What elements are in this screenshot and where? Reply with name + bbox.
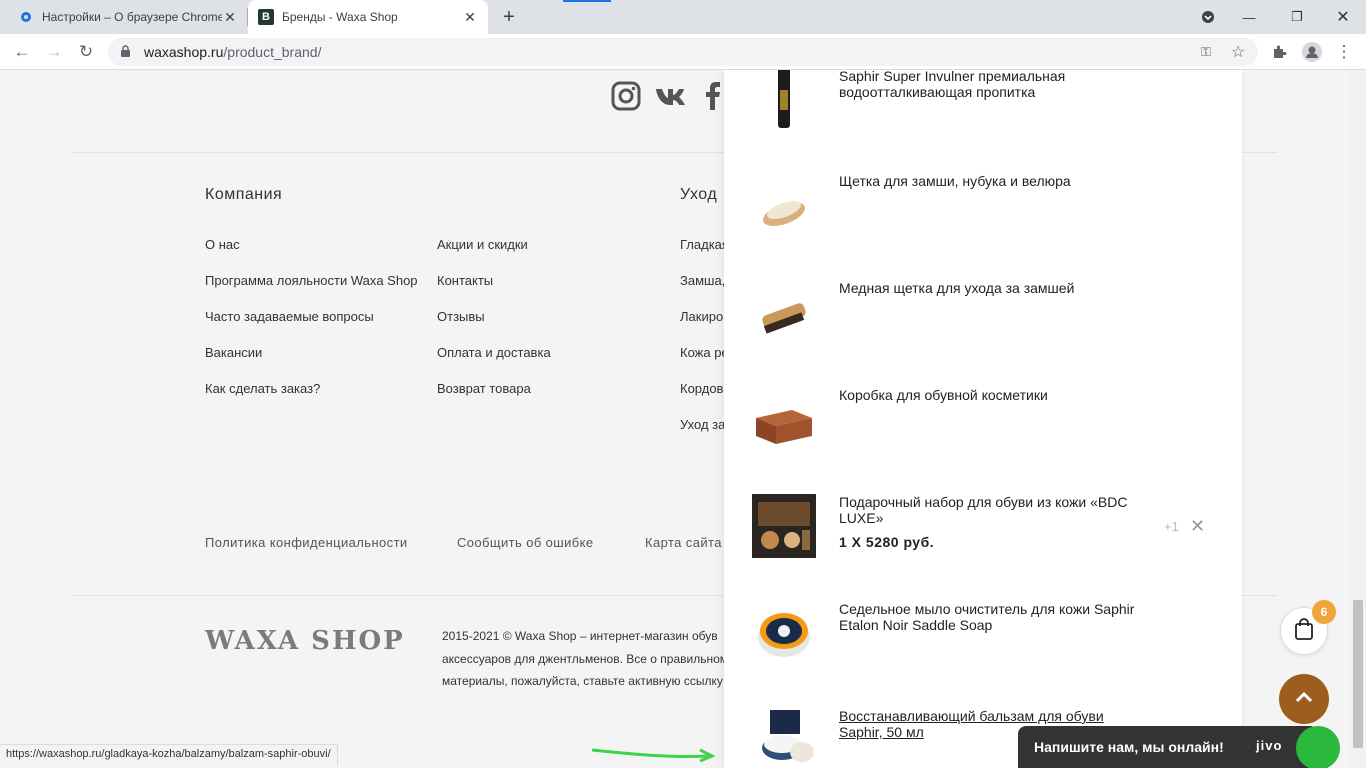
back-arrow-icon[interactable]: ←: [8, 38, 36, 66]
waxa-favicon-icon: B: [258, 9, 274, 25]
forward-arrow-icon[interactable]: →: [40, 38, 68, 66]
minimize-icon[interactable]: —: [1236, 4, 1262, 30]
cart-count-badge: 6: [1312, 600, 1336, 624]
footer-link-leather[interactable]: Кожа ре: [680, 345, 729, 360]
gift-set-thumb: [752, 494, 816, 558]
close-window-icon[interactable]: ✕: [1330, 4, 1356, 30]
sitemap-link[interactable]: Карта сайта: [645, 535, 722, 550]
scroll-to-top-button[interactable]: [1279, 674, 1329, 724]
footer-link-about[interactable]: О нас: [205, 237, 240, 252]
shopping-bag-icon: [1294, 617, 1314, 645]
tab-waxa-shop[interactable]: B Бренды - Waxa Shop ✕: [248, 0, 488, 34]
close-tab-icon[interactable]: ✕: [462, 9, 478, 25]
footer-link-care[interactable]: Уход за: [680, 417, 725, 432]
close-tab-icon[interactable]: ✕: [222, 9, 238, 25]
footer-link-loyalty[interactable]: Программа лояльности Waxa Shop: [205, 273, 418, 288]
instagram-icon[interactable]: [610, 80, 642, 112]
tab-settings[interactable]: Настройки – О браузере Chrome ✕: [8, 0, 248, 34]
page-content: Компания Уход О нас Программа лояльности…: [0, 70, 1366, 768]
copyright-line-1: 2015-2021 © Waxa Shop – интернет-магазин…: [442, 629, 718, 643]
cart-item-name[interactable]: Седельное мыло очиститель для кожи Saphi…: [839, 601, 1149, 633]
suede-brush-thumb: [752, 178, 816, 242]
tab-title: Настройки – О браузере Chrome: [42, 10, 222, 24]
balm-jar-thumb: [752, 708, 816, 768]
footer-link-smooth[interactable]: Гладкая: [680, 237, 729, 252]
footer-link-sales[interactable]: Акции и скидки: [437, 237, 528, 252]
new-tab-icon[interactable]: +: [498, 6, 520, 28]
profile-avatar-icon[interactable]: [1298, 38, 1326, 66]
key-icon[interactable]: ⚿: [1196, 42, 1216, 62]
chat-widget[interactable]: Напишите нам, мы онлайн! jivo: [1018, 726, 1340, 768]
privacy-policy-link[interactable]: Политика конфиденциальности: [205, 535, 408, 550]
footer-link-faq[interactable]: Часто задаваемые вопросы: [205, 309, 374, 324]
extensions-puzzle-icon[interactable]: [1266, 38, 1294, 66]
footer-link-returns[interactable]: Возврат товара: [437, 381, 531, 396]
cart-item-qty-price: 1 X 5280 руб.: [839, 534, 935, 550]
remove-item-icon[interactable]: ✕: [1190, 516, 1205, 537]
url-host: waxashop.ru: [144, 44, 224, 60]
copyright-line-2: аксессуаров для джентльменов. Все о прав…: [442, 652, 728, 666]
cart-item-name[interactable]: Медная щетка для ухода за замшей: [839, 280, 1149, 296]
footer-link-contacts[interactable]: Контакты: [437, 273, 493, 288]
vk-icon[interactable]: [654, 80, 688, 112]
spray-can-thumb: [752, 70, 816, 132]
green-arrow-annotation: [591, 748, 716, 762]
footer-link-patent[interactable]: Лакиро: [680, 309, 723, 324]
jivo-logo: jivo: [1256, 738, 1283, 753]
browser-toolbar: ← → ↻ waxashop.ru/product_brand/ ⚿ ☆ ⋮: [0, 34, 1366, 70]
cart-item-name[interactable]: Коробка для обувной косметики: [839, 387, 1149, 403]
jivo-chat-bubble-icon: [1296, 726, 1340, 768]
tab-search-icon[interactable]: [1195, 4, 1221, 30]
lock-icon: [120, 45, 134, 59]
tab-strip: Настройки – О браузере Chrome ✕ B Бренды…: [0, 0, 1366, 34]
cart-item[interactable]: Щетка для замши, нубука и велюра: [752, 173, 1222, 243]
waxa-shop-logo[interactable]: WAXA SHOP: [205, 626, 405, 656]
page-scrollbar[interactable]: [1350, 70, 1366, 768]
footer-link-payment[interactable]: Оплата и доставка: [437, 345, 551, 360]
url-path: /product_brand/: [223, 44, 322, 60]
copyright-line-3: материалы, пожалуйста, ставьте активную …: [442, 674, 723, 688]
wooden-box-thumb: [752, 392, 816, 456]
restore-icon[interactable]: ❐: [1284, 4, 1310, 30]
reload-icon[interactable]: ↻: [72, 38, 100, 66]
cart-item-name[interactable]: Подарочный набор для обуви из кожи «BDC …: [839, 494, 1149, 526]
footer-link-vacancies[interactable]: Вакансии: [205, 345, 262, 360]
cart-item[interactable]: Медная щетка для ухода за замшей: [752, 280, 1222, 350]
chevron-up-icon: [1294, 690, 1314, 709]
cart-item-name[interactable]: Щетка для замши, нубука и велюра: [839, 173, 1149, 189]
cart-item[interactable]: Saphir Super Invulner премиальная водоот…: [752, 70, 1222, 138]
cart-item[interactable]: Седельное мыло очиститель для кожи Saphi…: [752, 601, 1222, 671]
increase-qty-button[interactable]: +1: [1164, 519, 1179, 534]
tab-title: Бренды - Waxa Shop: [282, 10, 398, 24]
bookmark-star-icon[interactable]: ☆: [1228, 42, 1248, 62]
cart-item[interactable]: Коробка для обувной косметики: [752, 387, 1222, 457]
footer-link-how-to-order[interactable]: Как сделать заказ?: [205, 381, 320, 396]
cart-item-name[interactable]: Saphir Super Invulner премиальная водоот…: [839, 70, 1149, 100]
footer-link-suede[interactable]: Замша,: [680, 273, 725, 288]
settings-gear-icon: [18, 9, 34, 25]
address-bar[interactable]: waxashop.ru/product_brand/ ⚿ ☆: [108, 38, 1258, 66]
company-heading: Компания: [205, 186, 283, 203]
tab-accent-line: [563, 0, 611, 2]
copper-brush-thumb: [752, 285, 816, 349]
cart-item[interactable]: Подарочный набор для обуви из кожи «BDC …: [752, 494, 1222, 564]
scrollbar-thumb[interactable]: [1353, 600, 1363, 748]
cart-panel: Saphir Super Invulner премиальная водоот…: [724, 70, 1242, 768]
chat-widget-label: Напишите нам, мы онлайн!: [1034, 739, 1224, 755]
report-error-link[interactable]: Сообщить об ошибке: [457, 535, 594, 550]
footer-link-cordovan[interactable]: Кордов: [680, 381, 723, 396]
menu-kebab-icon[interactable]: ⋮: [1330, 38, 1358, 66]
footer-link-reviews[interactable]: Отзывы: [437, 309, 485, 324]
saddle-soap-thumb: [752, 601, 816, 665]
facebook-icon[interactable]: [704, 80, 724, 112]
status-bar-url: https://waxashop.ru/gladkaya-kozha/balza…: [0, 744, 338, 766]
care-heading: Уход: [680, 186, 718, 203]
